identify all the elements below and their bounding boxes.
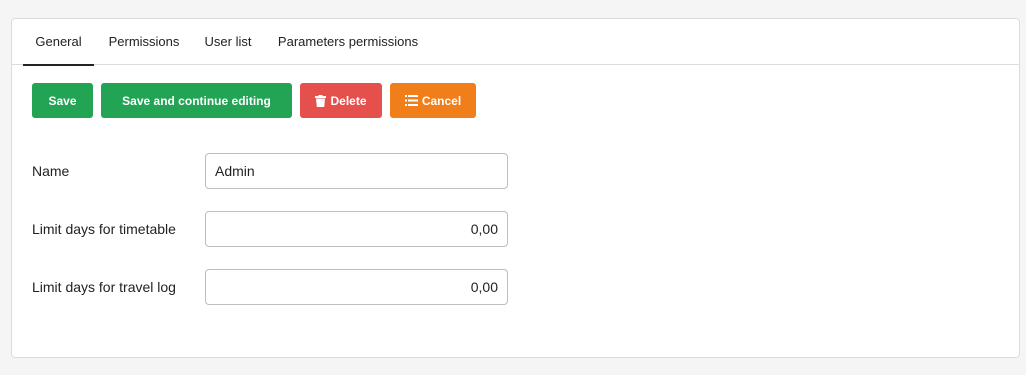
cancel-button-label: Cancel <box>421 93 462 108</box>
name-label: Name <box>32 163 70 179</box>
tab-permissions[interactable]: Permissions <box>105 19 183 65</box>
save-and-continue-button[interactable]: Save and continue editing <box>101 83 292 118</box>
tab-general[interactable]: General <box>23 19 94 66</box>
save-and-continue-label: Save and continue editing <box>122 93 271 108</box>
cancel-button[interactable]: Cancel <box>390 83 476 118</box>
name-field-value: Admin <box>215 163 255 179</box>
delete-button[interactable]: Delete <box>300 83 382 118</box>
tab-parameters-permissions[interactable]: Parameters permissions <box>273 19 423 65</box>
tab-bar: General Permissions User list Parameters… <box>12 19 1019 66</box>
limit-travel-log-label: Limit days for travel log <box>32 279 176 295</box>
limit-travel-log-field[interactable]: 0,00 <box>205 269 508 305</box>
limit-travel-log-value: 0,00 <box>470 279 498 295</box>
limit-timetable-field[interactable]: 0,00 <box>205 211 508 247</box>
limit-timetable-label: Limit days for timetable <box>32 221 176 237</box>
name-field[interactable]: Admin <box>205 153 508 189</box>
save-button-label: Save <box>48 93 77 108</box>
limit-timetable-value: 0,00 <box>470 221 498 237</box>
save-button[interactable]: Save <box>32 83 93 118</box>
list-icon <box>404 95 418 106</box>
delete-button-label: Delete <box>330 93 367 108</box>
trash-icon <box>315 94 327 107</box>
tab-user-list[interactable]: User list <box>198 19 258 65</box>
settings-panel: General Permissions User list Parameters… <box>11 18 1020 358</box>
